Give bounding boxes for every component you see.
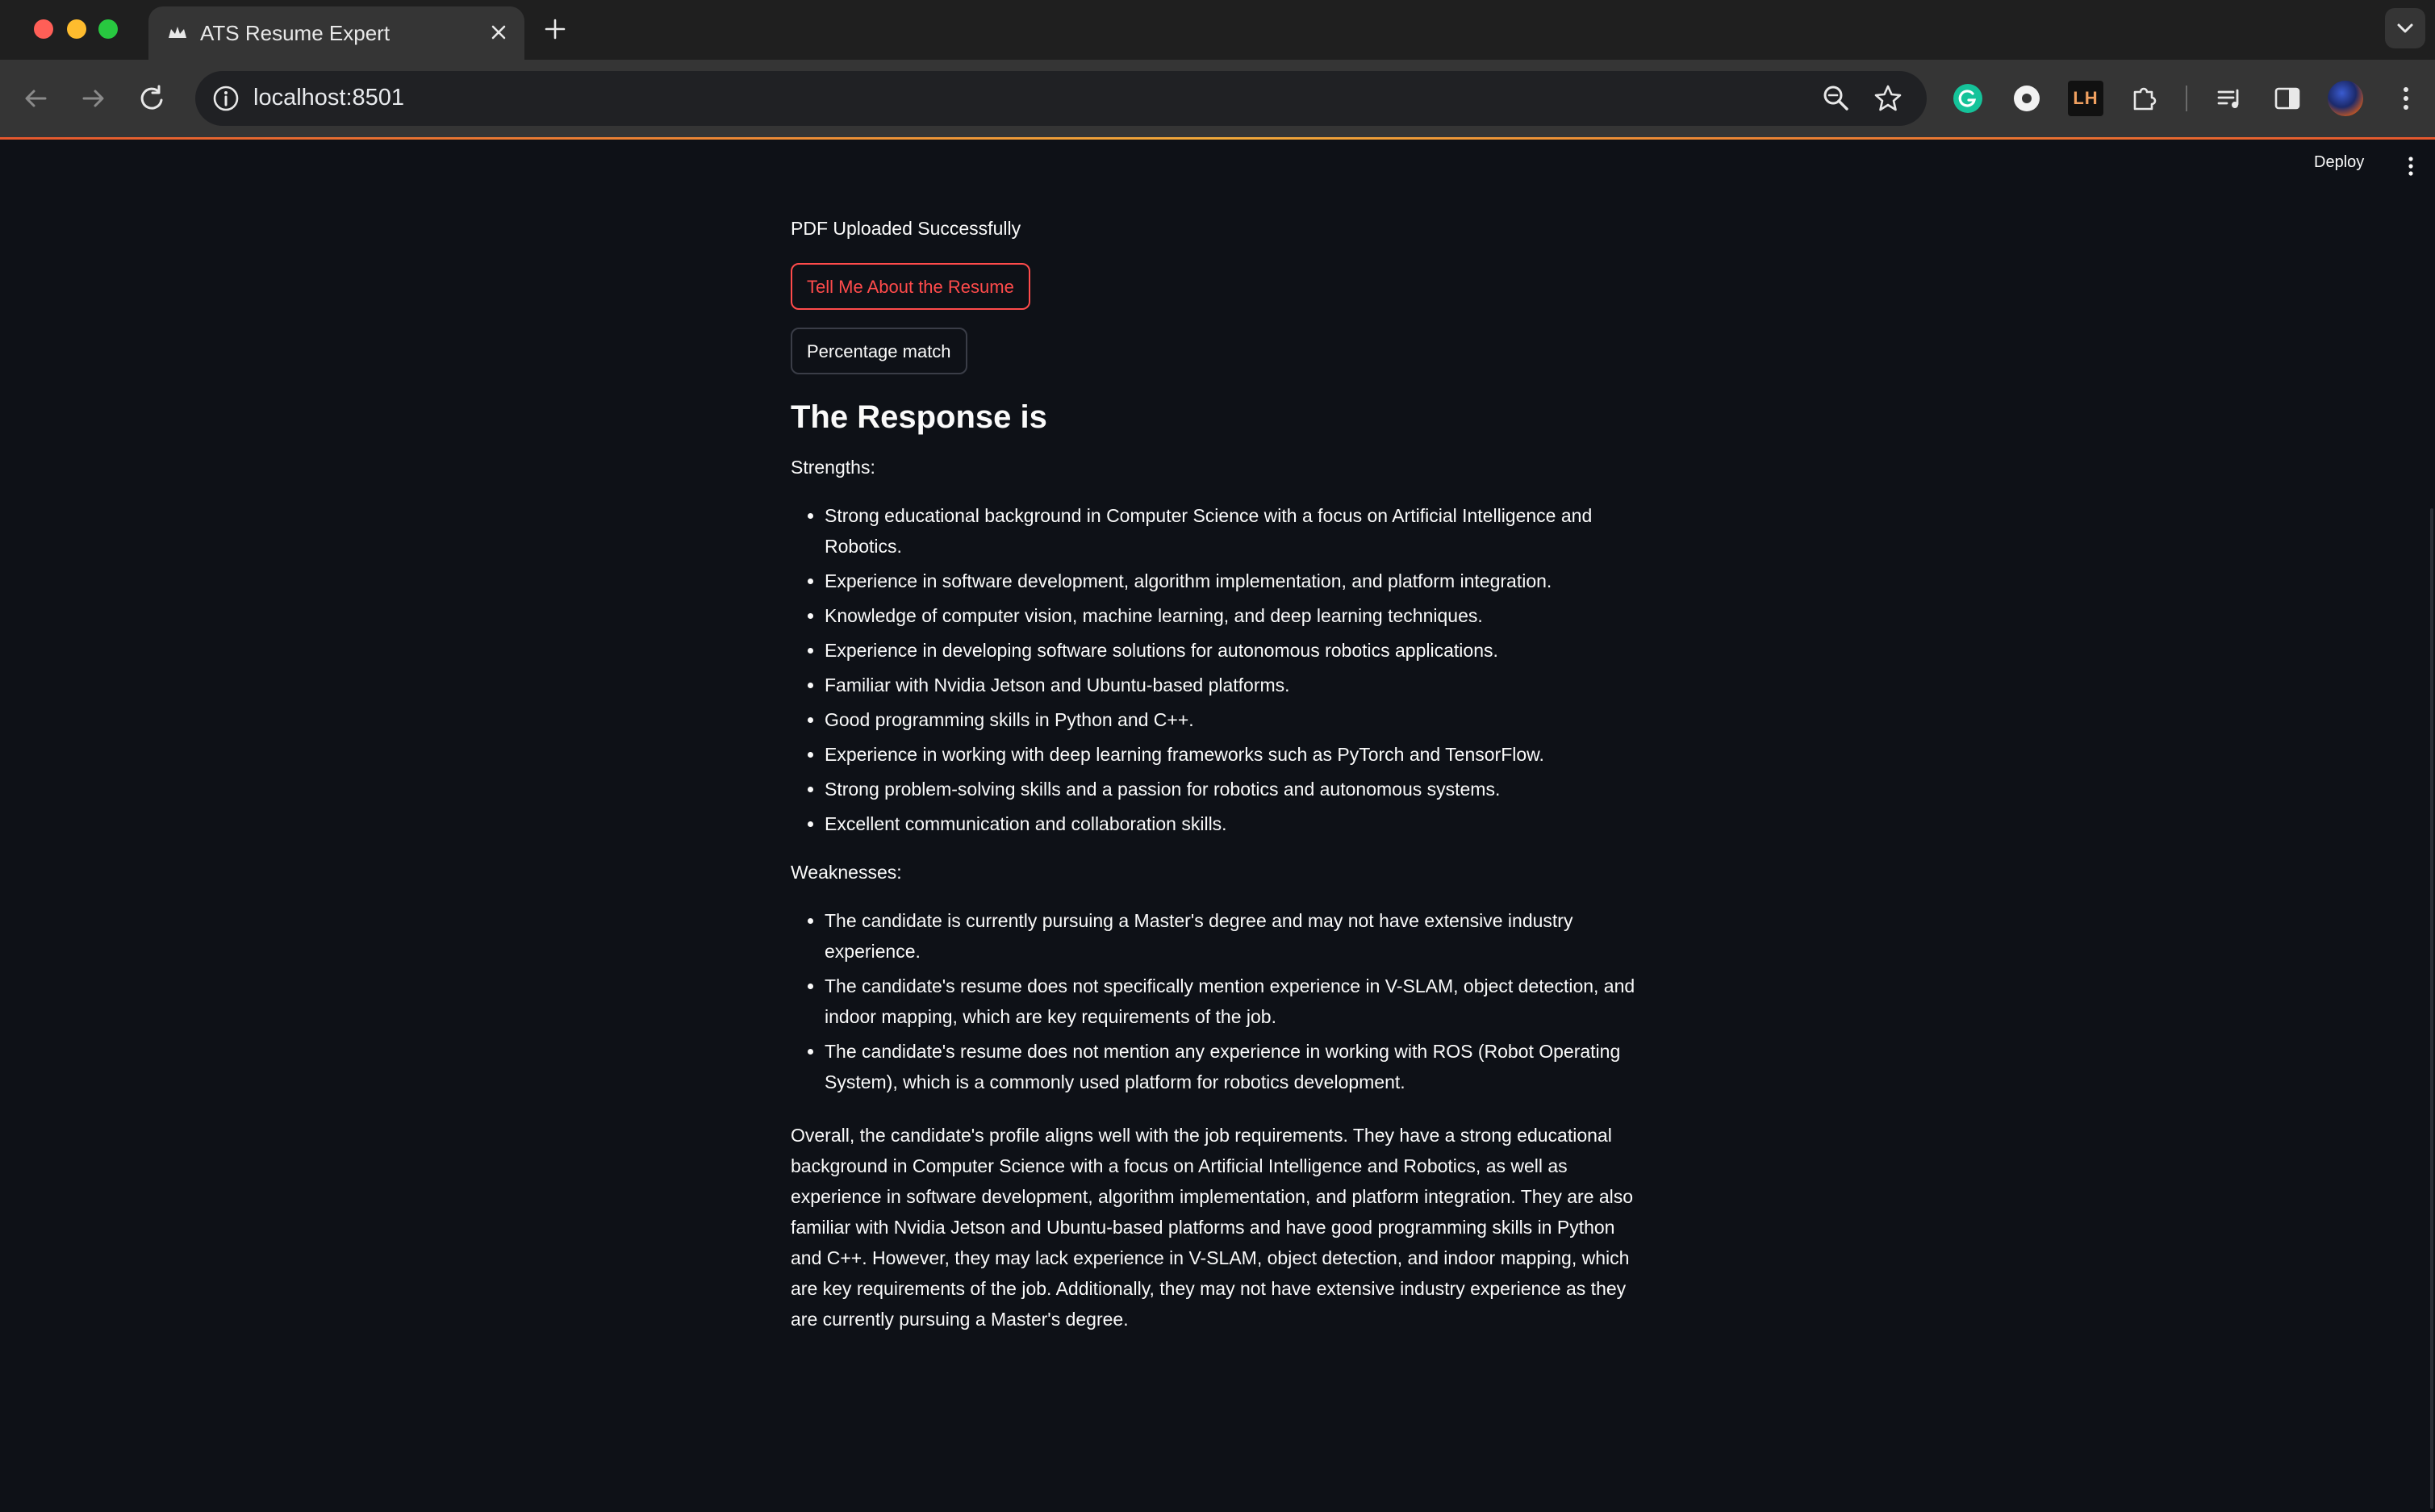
strengths-list: Strong educational background in Compute… [791, 500, 1646, 839]
main-menu-icon[interactable] [2401, 153, 2420, 179]
new-tab-icon[interactable] [541, 15, 569, 43]
media-queue-icon[interactable] [2212, 81, 2248, 116]
summary-paragraph: Overall, the candidate's profile aligns … [791, 1125, 1634, 1330]
toolbar-divider [2186, 86, 2187, 111]
reload-icon[interactable] [134, 81, 169, 116]
circle-extension-icon[interactable] [2009, 81, 2044, 116]
grammarly-icon[interactable] [1950, 81, 1986, 116]
browser-tab-strip: ATS Resume Expert [0, 0, 2435, 60]
list-item: Excellent communication and collaboratio… [825, 808, 1646, 839]
list-item: Strong educational background in Compute… [825, 500, 1646, 562]
tab-search-button[interactable] [2385, 8, 2425, 48]
weaknesses-label: Weaknesses: [791, 862, 902, 883]
page-scrollbar[interactable] [2430, 508, 2433, 1509]
side-panel-icon[interactable] [2270, 81, 2305, 116]
upload-status-text: PDF Uploaded Successfully [791, 218, 1021, 239]
list-item: The candidate is currently pursuing a Ma… [825, 905, 1646, 967]
minimize-window-button[interactable] [67, 19, 86, 39]
maximize-window-button[interactable] [98, 19, 118, 39]
main-content: PDF Uploaded Successfully Tell Me About … [791, 210, 1646, 1334]
list-item: Experience in developing software soluti… [825, 635, 1646, 666]
list-item: Strong problem-solving skills and a pass… [825, 774, 1646, 804]
info-icon[interactable] [208, 81, 244, 116]
browser-toolbar: localhost:8501 LH [0, 60, 2435, 137]
zoom-icon[interactable] [1819, 81, 1854, 116]
response-heading: The Response is [791, 399, 1047, 435]
deploy-button[interactable]: Deploy [2314, 153, 2364, 172]
list-item: The candidate's resume does not specific… [825, 971, 1646, 1032]
close-window-button[interactable] [34, 19, 53, 39]
weaknesses-list: The candidate is currently pursuing a Ma… [791, 905, 1646, 1097]
url-text[interactable]: localhost:8501 [253, 85, 404, 111]
app-header-decoration [0, 137, 2435, 140]
list-item: Familiar with Nvidia Jetson and Ubuntu-b… [825, 670, 1646, 700]
strengths-label: Strengths: [791, 457, 875, 478]
tell-me-about-resume-button[interactable]: Tell Me About the Resume [791, 263, 1030, 310]
list-item: Good programming skills in Python and C+… [825, 704, 1646, 735]
list-item: Experience in working with deep learning… [825, 739, 1646, 770]
star-icon[interactable] [1870, 81, 1906, 116]
tab-title: ATS Resume Expert [200, 21, 391, 45]
list-item: Knowledge of computer vision, machine le… [825, 600, 1646, 631]
kebab-menu-icon[interactable] [2388, 81, 2424, 116]
arrow-right-icon[interactable] [76, 81, 111, 116]
avatar[interactable] [2328, 81, 2363, 116]
lh-extension-label: LH [2073, 88, 2099, 108]
browser-tab-active[interactable]: ATS Resume Expert [148, 6, 524, 60]
list-item: Experience in software development, algo… [825, 566, 1646, 596]
puzzle-icon[interactable] [2127, 81, 2162, 116]
list-item: The candidate's resume does not mention … [825, 1036, 1646, 1097]
arrow-left-icon[interactable] [18, 81, 53, 116]
percentage-match-button[interactable]: Percentage match [791, 328, 967, 374]
address-bar[interactable]: localhost:8501 [195, 71, 1927, 126]
chevron-down-icon [2397, 23, 2413, 33]
streamlit-crown-icon [169, 27, 186, 38]
lh-extension-icon[interactable]: LH [2068, 81, 2103, 116]
close-tab-icon[interactable] [486, 19, 512, 45]
